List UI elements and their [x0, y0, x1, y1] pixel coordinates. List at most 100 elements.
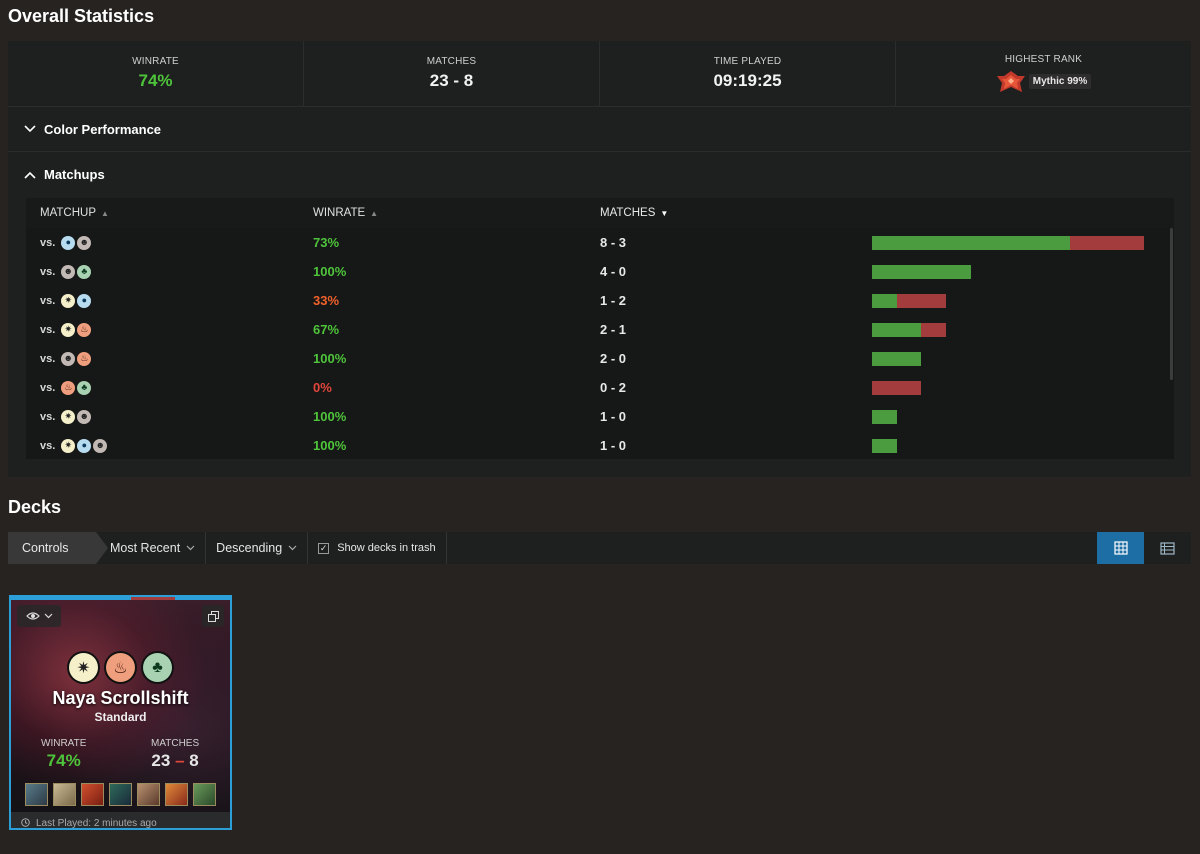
deck-matches-losses: 8 [189, 751, 199, 770]
mythic-rank-icon [996, 70, 1025, 92]
matchup-row[interactable]: vs. ✷ ☻ 100% 1 - 0 [26, 402, 1174, 431]
matchup-bar-cell [872, 322, 1174, 337]
view-mode-toggle [1097, 532, 1191, 564]
chevron-up-icon [24, 171, 36, 179]
red-mana-icon: ♨ [106, 653, 135, 682]
matchup-matches: 1 - 0 [600, 438, 627, 453]
matchup-bar-cell [872, 409, 1174, 424]
matchup-row[interactable]: vs. ☻ ♣ 100% 4 - 0 [26, 257, 1174, 286]
matchup-matches: 2 - 1 [600, 322, 627, 337]
winrate-stat: WINRATE 74% [8, 41, 304, 106]
matchup-result-bar [872, 322, 947, 337]
matchup-matches: 1 - 2 [600, 293, 627, 308]
sort-icon: ▲ [101, 208, 109, 218]
copy-deck-button[interactable] [202, 605, 224, 627]
sort-order-dropdown[interactable]: Descending [206, 532, 309, 564]
deck-name: Naya Scrollshift [52, 688, 189, 708]
summary-stats-row: WINRATE 74% MATCHES 23 - 8 TIME PLAYED 0… [8, 41, 1191, 107]
blue-mana-icon: ● [61, 235, 76, 250]
matchup-cell: vs. ✷ ♨ [26, 322, 313, 337]
vs-label: vs. [40, 294, 56, 307]
matchup-bar-cell [872, 438, 1174, 453]
key-card-thumbnail [81, 783, 104, 806]
key-card-thumbnail [25, 783, 48, 806]
highest-rank: Mythic 99% [996, 70, 1092, 94]
deck-matches-label: MATCHES [151, 738, 200, 749]
matchup-row[interactable]: vs. ✷ ♨ 67% 2 - 1 [26, 315, 1174, 344]
red-mana-icon: ♨ [61, 380, 76, 395]
deck-visibility-menu[interactable] [17, 605, 61, 627]
wins-bar-segment [872, 264, 971, 279]
matchup-row[interactable]: vs. ♨ ♣ 0% 0 - 2 [26, 373, 1174, 402]
matchup-winrate: 0% [313, 380, 332, 395]
matches-column-header[interactable]: MATCHES ▼ [600, 207, 872, 219]
matchup-matches: 1 - 0 [600, 409, 627, 424]
decks-toolbar: Controls Most Recent Descending ✓ Show d… [8, 532, 1191, 564]
key-card-thumbnail [193, 783, 216, 806]
chevron-down-icon [24, 125, 36, 133]
deck-matches-value: 23 – 8 [151, 751, 199, 771]
sort-descending-icon: ▼ [660, 208, 669, 218]
matchup-cell: vs. ● ☻ [26, 235, 313, 250]
matchups-toggle[interactable]: Matchups [8, 152, 1191, 197]
key-card-thumbnail [137, 783, 160, 806]
matchups-label: Matchups [44, 167, 105, 182]
grid-icon [1113, 541, 1128, 555]
sort-order-value: Descending [216, 541, 283, 555]
matchup-result-bar [872, 293, 947, 308]
matchup-row[interactable]: vs. ☻ ♨ 100% 2 - 0 [26, 344, 1174, 373]
matchup-row[interactable]: vs. ✷ ● 33% 1 - 2 [26, 286, 1174, 315]
color-performance-toggle[interactable]: Color Performance [8, 107, 1191, 152]
matchup-result-bar [872, 438, 897, 453]
matchup-bar-cell [872, 293, 1174, 308]
matchup-bar-cell [872, 264, 1174, 279]
losses-bar-segment [872, 380, 922, 395]
matchup-winrate: 73% [313, 235, 340, 250]
blue-mana-icon: ● [77, 293, 92, 308]
grid-view-button[interactable] [1097, 532, 1144, 564]
list-icon [1160, 541, 1175, 555]
matchup-column-header[interactable]: MATCHUP ▲ [26, 207, 313, 219]
white-mana-icon: ✷ [61, 409, 76, 424]
matchup-result-bar [872, 409, 897, 424]
deck-matches-separator: – [175, 751, 185, 770]
key-card-thumbnail [165, 783, 188, 806]
matchup-winrate: 67% [313, 322, 340, 337]
vs-label: vs. [40, 381, 56, 394]
matchups-scrollbar[interactable] [1170, 228, 1173, 380]
matchup-row[interactable]: vs. ● ☻ 73% 8 - 3 [26, 228, 1174, 257]
highest-rank-stat: HIGHEST RANK Mythic 99% [896, 41, 1191, 106]
decks-title: Decks [8, 497, 62, 517]
deck-card[interactable]: ✷ ♨ ♣ Naya Scrollshift Standard WINRATE … [9, 595, 232, 830]
vs-label: vs. [40, 236, 56, 249]
winrate-column-header[interactable]: WINRATE ▲ [313, 207, 600, 219]
matches-stat: MATCHES 23 - 8 [304, 41, 600, 106]
sort-by-dropdown[interactable]: Most Recent [96, 532, 207, 564]
matchup-cell: vs. ✷ ● [26, 293, 313, 308]
key-card-thumbnail [109, 783, 132, 806]
wins-bar-segment [872, 235, 1070, 250]
clock-icon [21, 818, 30, 828]
matchup-row[interactable]: vs. ✷ ● ☻ 100% 1 - 0 [26, 431, 1174, 460]
show-trash-checkbox[interactable]: ✓ Show decks in trash [308, 532, 447, 564]
green-mana-icon: ♣ [77, 264, 92, 279]
matchup-cell: vs. ☻ ♨ [26, 351, 313, 366]
white-mana-icon: ✷ [69, 653, 98, 682]
losses-bar-segment [921, 322, 947, 337]
matchup-result-bar [872, 264, 971, 279]
list-view-button[interactable] [1144, 532, 1191, 564]
losses-bar-segment [1069, 235, 1144, 250]
deck-key-cards [11, 783, 230, 806]
matchups-table: MATCHUP ▲ WINRATE ▲ MATCHES ▼ vs. ● ☻ 73% 8 … [26, 198, 1174, 459]
eye-icon [25, 612, 40, 620]
matchup-result-bar [872, 351, 922, 366]
matchup-matches: 0 - 2 [600, 380, 627, 395]
wins-bar-segment [872, 438, 897, 453]
time-played-stat: TIME PLAYED 09:19:25 [600, 41, 896, 106]
winrate-label: WINRATE [132, 56, 179, 67]
matchup-bar-cell [872, 380, 1174, 395]
chevron-down-icon [288, 543, 297, 553]
black-mana-icon: ☻ [77, 235, 92, 250]
matches-column-label: MATCHES [600, 207, 656, 219]
matchup-winrate: 33% [313, 293, 340, 308]
